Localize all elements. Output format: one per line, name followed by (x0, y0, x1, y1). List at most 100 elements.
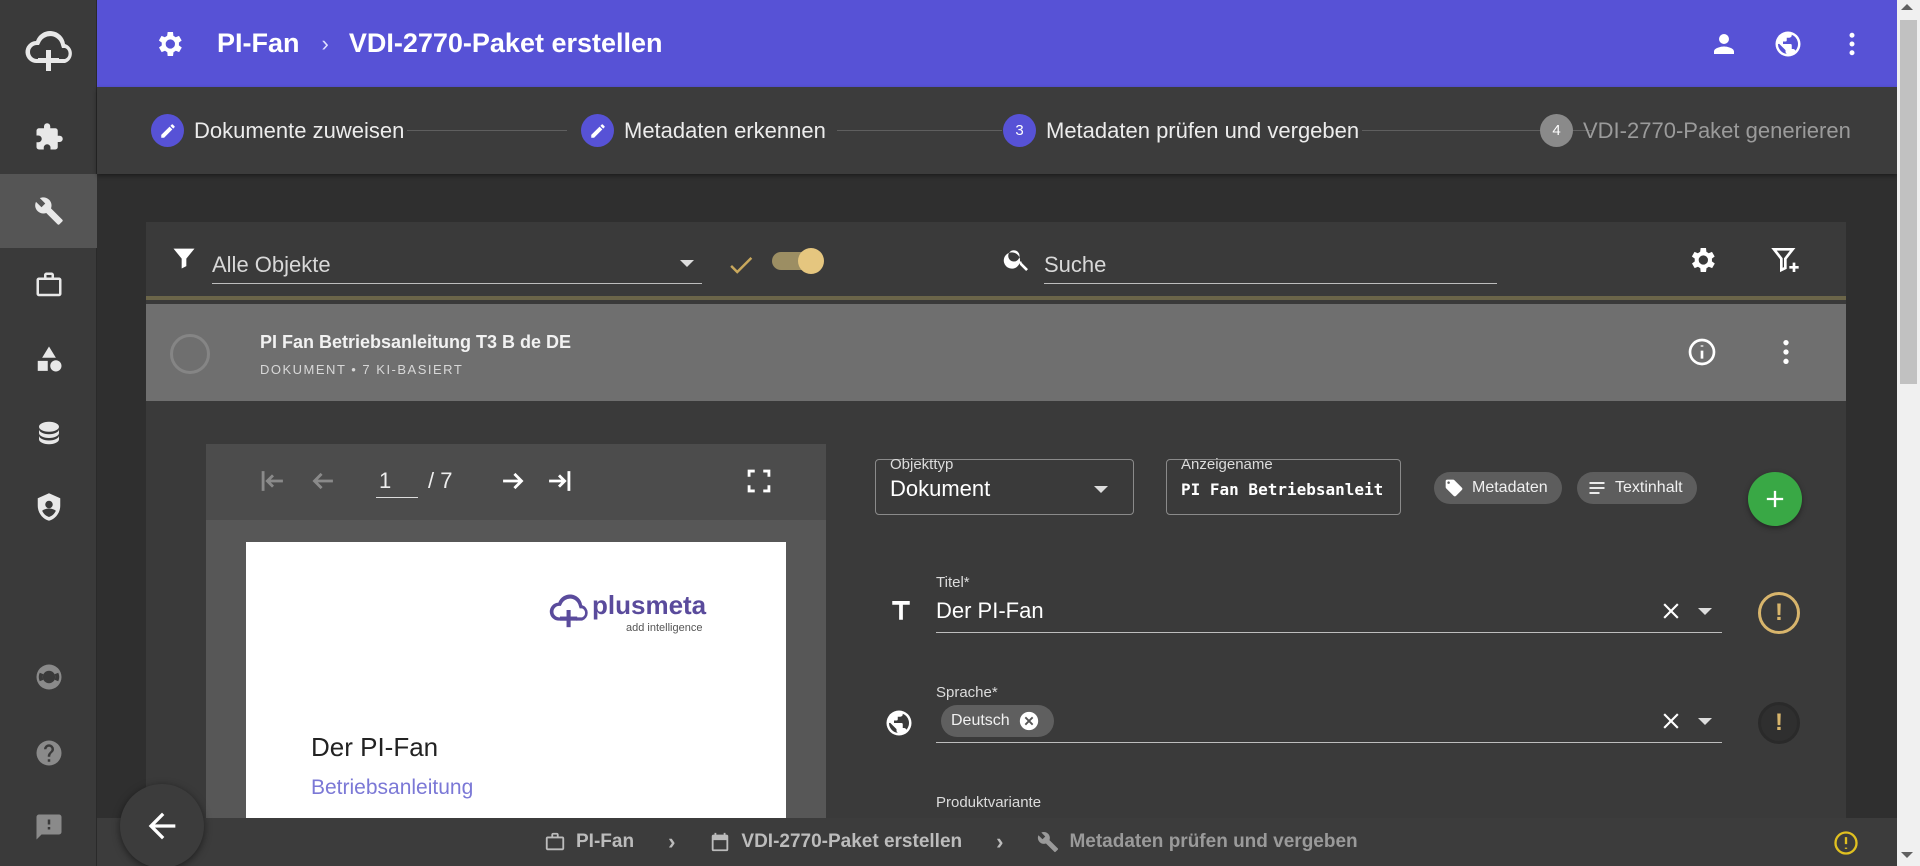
account-icon[interactable] (1707, 27, 1741, 61)
fullscreen-icon[interactable] (742, 464, 776, 503)
document-subtitle: DOKUMENT • 7 KI-BASIERT (260, 362, 464, 377)
search-input[interactable]: Suche (1044, 244, 1497, 284)
breadcrumb-separator: › (996, 829, 1004, 854)
scrollbar-thumb[interactable] (1900, 20, 1917, 384)
language-label: Sprache* (936, 684, 998, 701)
toggle-knob (798, 248, 824, 274)
displayname-field[interactable]: Anzeigename PI Fan Betriebsanleit (1166, 456, 1401, 515)
step-review-metadata[interactable]: 3 Metadaten prüfen und vergeben (1003, 87, 1359, 174)
warning-icon[interactable]: ! (1758, 592, 1800, 634)
check-icon[interactable] (726, 250, 756, 285)
language-globe-icon[interactable] (1771, 27, 1805, 61)
step-detect-metadata[interactable]: Metadaten erkennen (581, 87, 826, 174)
help-icon (36, 740, 61, 766)
list-settings-icon[interactable] (1686, 244, 1718, 281)
breadcrumb-label: Metadaten prüfen und vergeben (1069, 831, 1358, 852)
breadcrumb-label: VDI-2770-Paket erstellen (741, 831, 963, 852)
remove-chip-icon[interactable] (1018, 710, 1040, 732)
breadcrumb-item[interactable]: VDI-2770-Paket erstellen (709, 831, 962, 853)
warning-icon[interactable]: ! (1758, 702, 1800, 744)
text-format-icon (886, 596, 916, 631)
arrow-back-icon (148, 812, 176, 840)
info-icon[interactable] (1686, 336, 1718, 373)
chip-label: Deutsch (951, 712, 1010, 729)
previous-page-icon[interactable] (306, 464, 340, 503)
step-label: Metadaten prüfen und vergeben (1046, 117, 1360, 143)
step-label: Dokumente zuweisen (194, 117, 405, 143)
sidebar-item-classes[interactable] (0, 322, 97, 396)
metadata-chip[interactable]: Metadaten (1434, 472, 1562, 504)
back-button[interactable] (120, 784, 204, 866)
objecttype-value: Dokument (890, 476, 991, 501)
next-page-icon[interactable] (496, 464, 530, 503)
breadcrumb-separator: › (321, 30, 329, 56)
first-page-icon[interactable] (256, 464, 290, 503)
feedback-icon (36, 814, 61, 840)
object-filter-select[interactable]: Alle Objekte (212, 244, 702, 284)
breadcrumb-label: PI-Fan (576, 831, 635, 852)
scroll-up-arrow[interactable] (1901, 4, 1913, 10)
list-toolbar: Alle Objekte Suche (146, 222, 1846, 300)
page-total: / 7 (428, 468, 453, 493)
breadcrumb-app[interactable]: PI-Fan (217, 28, 300, 59)
sidebar-item-plugins[interactable] (0, 100, 97, 174)
title-input[interactable]: Der PI-Fan (936, 598, 1044, 624)
top-app-bar: PI-Fan › VDI-2770-Paket erstellen (97, 0, 1897, 87)
add-filter-icon[interactable] (1770, 244, 1802, 281)
breadcrumb-item[interactable]: PI-Fan (544, 831, 634, 853)
chip-label: Textinhalt (1615, 479, 1683, 496)
select-radio[interactable] (170, 334, 210, 374)
language-globe-icon (884, 708, 914, 743)
chevron-down-icon (680, 260, 694, 267)
logo-tagline: add intelligence (626, 622, 703, 634)
breadcrumb-separator: › (668, 829, 676, 854)
shield-icon (37, 493, 60, 521)
objecttype-select[interactable]: Objekttyp Dokument (875, 456, 1134, 515)
clear-icon[interactable] (1658, 598, 1684, 629)
cloud-plus-icon (24, 31, 72, 71)
sidebar-item-data[interactable] (0, 396, 97, 470)
step-number: 3 (1003, 114, 1036, 147)
textcontent-chip[interactable]: Textinhalt (1577, 472, 1697, 504)
sidebar-item-projects[interactable] (0, 248, 97, 322)
document-row[interactable]: PI Fan Betriebsanleitung T3 B de DE DOKU… (146, 304, 1846, 401)
last-page-icon[interactable] (542, 464, 576, 503)
cloud-upload-logo[interactable] (0, 0, 97, 100)
calendar-icon (712, 832, 729, 852)
step-assign-documents[interactable]: Dokumente zuweisen (151, 87, 404, 174)
settings-icon[interactable] (152, 27, 186, 61)
chevron-down-icon[interactable] (1698, 718, 1712, 725)
page-heading: Der PI-Fan (311, 732, 439, 762)
sidebar-item-tools[interactable] (0, 174, 97, 248)
plusmeta-logo: plusmeta add intelligence (546, 590, 707, 634)
select-value: Alle Objekte (212, 252, 331, 277)
title-underline (936, 632, 1722, 633)
add-button[interactable] (1748, 472, 1802, 526)
verified-toggle[interactable] (772, 248, 824, 274)
warning-status-icon[interactable] (1832, 829, 1860, 863)
step-connector (407, 130, 567, 131)
edit-pencil-icon (151, 114, 184, 147)
objecttype-label: Objekttyp (890, 456, 954, 473)
scroll-down-arrow[interactable] (1901, 852, 1913, 858)
sidebar-item-feedback[interactable] (0, 790, 97, 864)
wrench-icon (1038, 832, 1059, 853)
title-label: Titel* (936, 574, 970, 591)
plus-icon (1766, 490, 1784, 508)
clear-icon[interactable] (1658, 708, 1684, 739)
step-generate-package[interactable]: 4 VDI-2770-Paket generieren (1540, 87, 1851, 174)
more-vert-icon[interactable] (1835, 27, 1869, 61)
chip-label: Metadaten (1472, 479, 1548, 496)
lifebuoy-icon (36, 664, 61, 690)
logo-wordmark: plusmeta (592, 590, 707, 620)
chevron-down-icon[interactable] (1698, 608, 1712, 615)
language-underline (936, 742, 1722, 743)
language-chip[interactable]: Deutsch (941, 705, 1054, 737)
edit-pencil-icon (581, 114, 614, 147)
step-connector (837, 130, 1002, 131)
sidebar-item-support[interactable] (0, 640, 97, 714)
page-number-input[interactable]: 1 (376, 464, 418, 498)
sidebar-item-security[interactable] (0, 470, 97, 544)
sidebar-item-help[interactable] (0, 716, 97, 790)
more-vert-icon[interactable] (1770, 336, 1802, 373)
